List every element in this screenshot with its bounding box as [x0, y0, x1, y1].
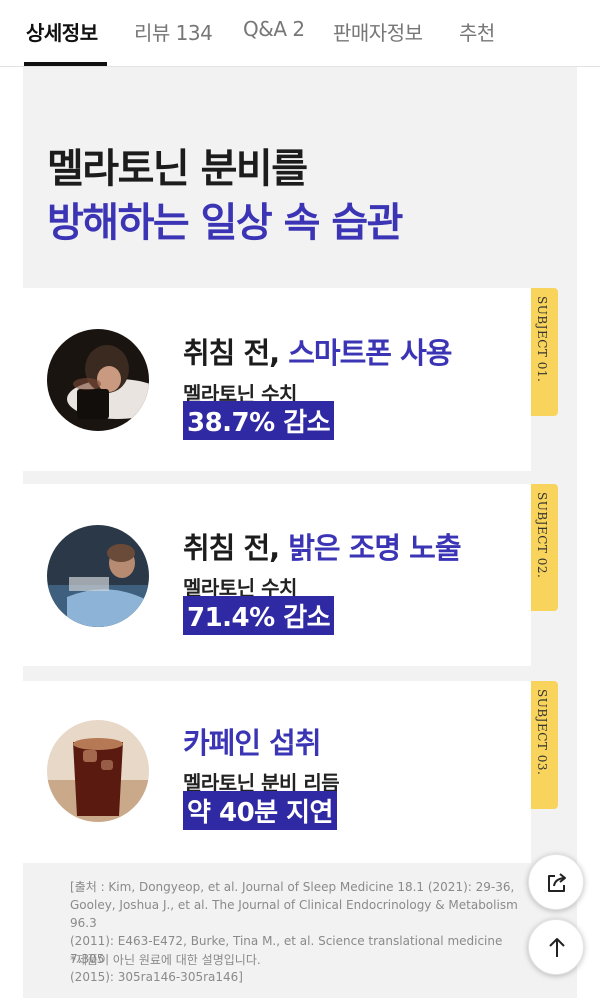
tab-detail-info[interactable]: 상세정보 — [26, 17, 98, 46]
source-line-4: (2015): 305ra146-305ra146] — [70, 970, 243, 984]
card-3-badge: 약 40분 지연 — [183, 791, 337, 830]
card-1-subject-tag: SUBJECT 01. — [531, 288, 558, 416]
share-button[interactable] — [528, 854, 584, 910]
source-citation: [출처 : Kim, Dongyeop, et al. Journal of S… — [70, 878, 540, 986]
card-1-title-prefix: 취침 전, — [183, 336, 289, 370]
tab-recommend[interactable]: 추천 — [459, 17, 495, 46]
tab-seller-info[interactable]: 판매자정보 — [333, 17, 423, 46]
headline-line-1: 멜라토닌 분비를 — [47, 146, 308, 192]
card-1-badge: 38.7% 감소 — [183, 401, 335, 440]
disclaimer-note: *제품이 아닌 원료에 대한 설명입니다. — [70, 953, 261, 967]
photo-iced-coffee — [47, 720, 149, 822]
card-2-badge: 71.4% 감소 — [183, 596, 335, 635]
card-2-tag-text: SUBJECT 02. — [535, 492, 549, 579]
card-3-tag-text: SUBJECT 03. — [535, 689, 549, 776]
headline-line-2: 방해하는 일상 속 습관 — [47, 200, 403, 246]
arrow-up-icon — [549, 938, 565, 957]
card-3-subject-tag: SUBJECT 03. — [531, 681, 558, 809]
card-3-title-accent: 카페인 섭취 — [183, 726, 321, 760]
card-1-title: 취침 전, 스마트폰 사용 — [183, 330, 452, 372]
card-1-tag-text: SUBJECT 01. — [535, 296, 549, 383]
card-1-title-accent: 스마트폰 사용 — [288, 336, 452, 370]
photo-woman-phone-in-bed — [47, 329, 149, 431]
card-2-title-prefix: 취침 전, — [183, 531, 289, 565]
card-2-subject-tag: SUBJECT 02. — [531, 484, 558, 611]
tab-qna[interactable]: Q&A 2 — [243, 17, 305, 41]
active-tab-indicator — [24, 62, 107, 66]
source-line-2: Gooley, Joshua J., et al. The Journal of… — [70, 898, 518, 930]
scroll-top-button[interactable] — [528, 919, 584, 975]
detail-tab-bar: 상세정보 리뷰 134 Q&A 2 판매자정보 추천 — [0, 0, 600, 67]
headline: 멜라토닌 분비를 방해하는 일상 속 습관 — [47, 142, 403, 250]
source-line-1: [출처 : Kim, Dongyeop, et al. Journal of S… — [70, 880, 515, 894]
photo-woman-watching-tv — [47, 525, 149, 627]
card-3-title: 카페인 섭취 — [183, 720, 321, 762]
share-icon — [548, 873, 566, 892]
tab-reviews[interactable]: 리뷰 134 — [134, 17, 213, 46]
card-2-title-accent: 밝은 조명 노출 — [288, 531, 461, 565]
card-2-title: 취침 전, 밝은 조명 노출 — [183, 525, 462, 567]
